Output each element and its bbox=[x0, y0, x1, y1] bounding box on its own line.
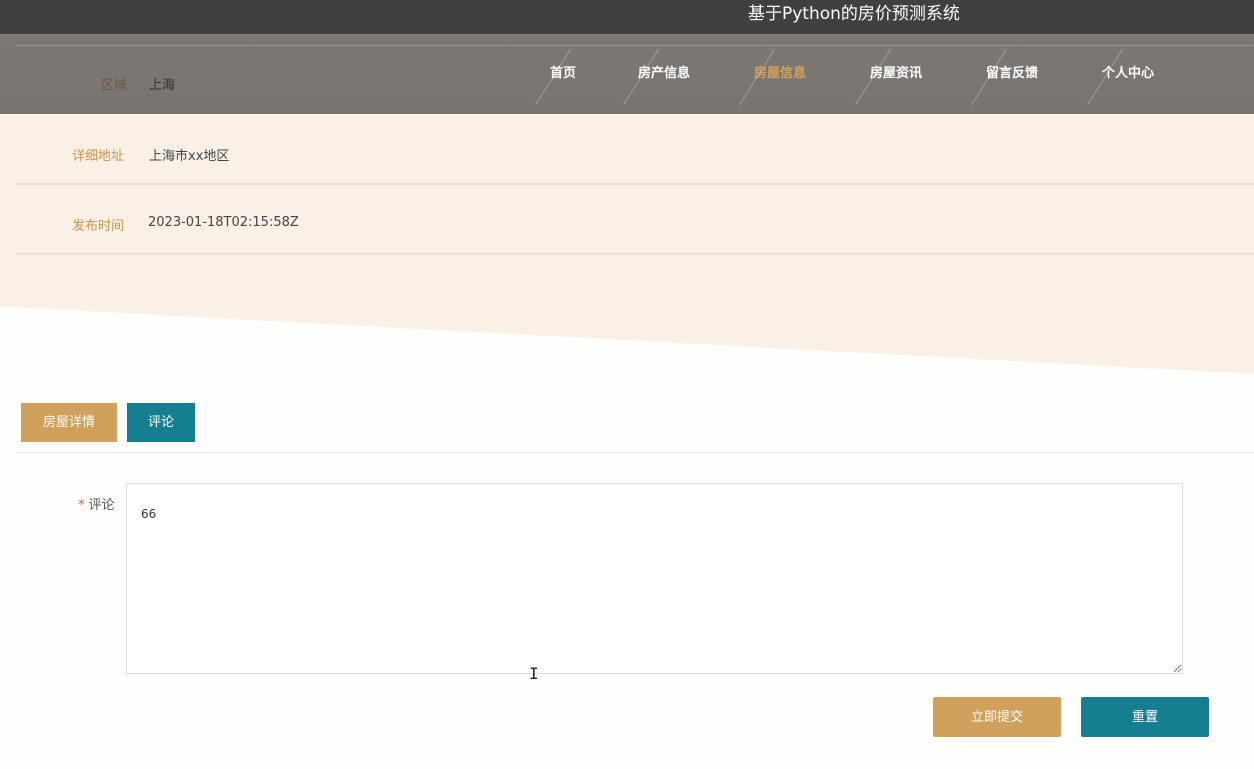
tab-comments[interactable]: 评论 bbox=[127, 403, 195, 442]
nav-item-house-info[interactable]: 房屋信息 bbox=[754, 64, 806, 84]
address-label: 详细地址 bbox=[72, 149, 125, 164]
region-label: 区域 bbox=[101, 78, 128, 93]
nav-item-property-info[interactable]: 房产信息 bbox=[638, 64, 690, 84]
nav-item-home[interactable]: 首页 bbox=[550, 64, 576, 84]
nav-divider bbox=[16, 45, 1254, 46]
publish-time-label: 发布时间 bbox=[72, 219, 125, 234]
site-title: 基于Python的房价预测系统 bbox=[748, 4, 960, 24]
publish-time-value: 2023-01-18T02:15:58Z bbox=[148, 215, 299, 230]
comment-textarea[interactable]: 66 bbox=[126, 483, 1183, 674]
region-value: 上海 bbox=[149, 78, 176, 93]
required-marker: * bbox=[78, 498, 85, 513]
tab-house-details[interactable]: 房屋详情 bbox=[21, 403, 117, 442]
nav-bar: 区域 上海 首页 房产信息 房屋信息 房屋资讯 留言反馈 个人中心 bbox=[0, 34, 1254, 114]
text-cursor-icon: I bbox=[529, 664, 539, 683]
submit-button[interactable]: 立即提交 bbox=[933, 697, 1061, 737]
reset-button[interactable]: 重置 bbox=[1081, 697, 1209, 737]
nav-item-user-center[interactable]: 个人中心 bbox=[1102, 64, 1154, 84]
comment-label: * 评论 bbox=[78, 494, 115, 513]
row-divider bbox=[16, 183, 1254, 185]
nav-item-feedback[interactable]: 留言反馈 bbox=[986, 64, 1038, 84]
nav-item-house-news[interactable]: 房屋资讯 bbox=[870, 64, 922, 84]
row-divider bbox=[16, 253, 1254, 255]
tab-divider bbox=[16, 452, 1254, 453]
title-bar: 基于Python的房价预测系统 bbox=[0, 0, 1254, 34]
address-value: 上海市xx地区 bbox=[149, 149, 230, 164]
comment-label-text: 评论 bbox=[88, 498, 115, 513]
